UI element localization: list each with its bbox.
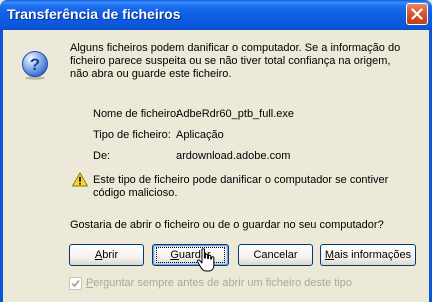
question-icon: ?: [22, 51, 48, 80]
check-icon: [71, 279, 80, 288]
window-frame-left: [0, 30, 3, 302]
open-button[interactable]: Abrir: [69, 244, 144, 266]
more-info-label: ais informações: [334, 249, 412, 261]
message-line-2: ficheiro parece suspeita ou se não tiver…: [70, 55, 391, 67]
cancel-button[interactable]: Cancelar: [238, 244, 313, 266]
file-download-dialog: Transferência de ficheiros ? Alguns fich…: [0, 0, 432, 302]
svg-text:?: ?: [30, 55, 40, 74]
close-icon: [411, 8, 423, 20]
close-button[interactable]: [406, 3, 428, 25]
danger-warning-line-2: código malicioso.: [93, 187, 178, 199]
file-source-value: ardownload.adobe.com: [176, 150, 291, 162]
open-button-label: brir: [102, 249, 119, 261]
ask-always-text: erguntar sempre antes de abrir um fichei…: [93, 277, 352, 289]
title-bar[interactable]: Transferência de ficheiros: [0, 0, 432, 30]
more-info-button[interactable]: Mais informações: [320, 244, 416, 266]
message-line-1: Alguns ficheiros podem danificar o compu…: [70, 42, 401, 54]
file-name-value: AdbeRdr60_ptb_full.exe: [176, 108, 295, 120]
warning-icon: [72, 172, 88, 187]
message-line-3: não abra ou guarde este ficheiro.: [70, 68, 232, 80]
file-type-label: Tipo de ficheiro:: [93, 129, 171, 141]
more-info-mnemonic: M: [324, 249, 335, 261]
file-source-label: De:: [93, 150, 111, 162]
ask-always-checkbox[interactable]: [69, 277, 82, 290]
ask-always-label: Perguntar sempre antes de abrir um fiche…: [86, 277, 352, 290]
danger-warning-line-1: Este tipo de ficheiro pode danificar o c…: [93, 174, 389, 186]
question-text: Gostaria de abrir o ficheiro ou de o gua…: [70, 219, 384, 231]
warning-message: Alguns ficheiros podem danificar o compu…: [70, 42, 400, 81]
danger-warning: Este tipo de ficheiro pode danificar o c…: [93, 174, 388, 200]
cursor-icon: [196, 248, 215, 272]
window-title: Transferência de ficheiros: [7, 6, 181, 22]
file-name-label: Nome de ficheiro:: [93, 108, 180, 120]
file-type-value: Aplicação: [176, 129, 224, 141]
